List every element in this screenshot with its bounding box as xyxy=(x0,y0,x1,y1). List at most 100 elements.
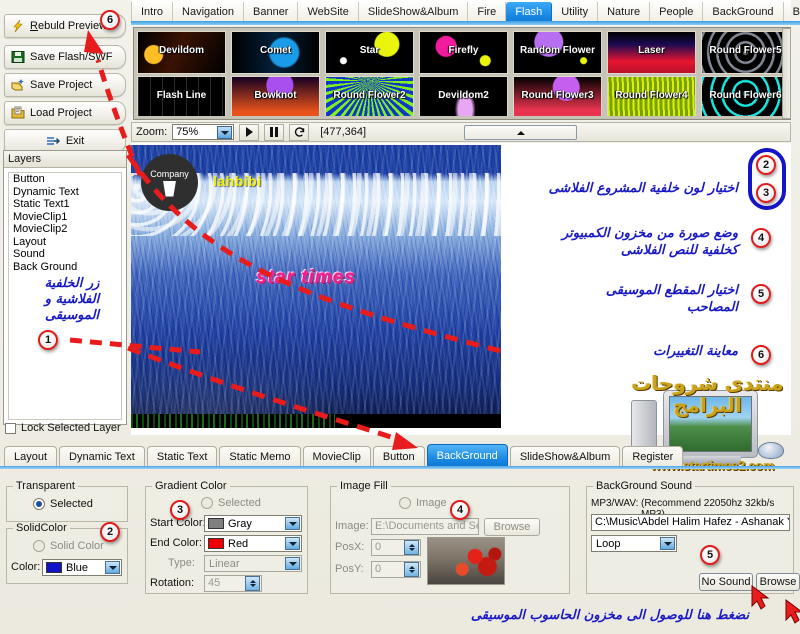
template-category-tabs[interactable]: Intro Navigation Banner WebSite SlideSho… xyxy=(131,0,800,22)
gallery-thumbnail[interactable]: Round Flower4 xyxy=(607,76,696,116)
gallery-thumbnail[interactable]: Star xyxy=(325,31,414,74)
gradient-selected-radio-row[interactable]: Selected xyxy=(201,497,261,509)
gallery-scrollbar[interactable] xyxy=(782,28,791,119)
gallery-thumbnail[interactable]: Flash Line xyxy=(137,76,226,116)
tab-static-memo[interactable]: Static Memo xyxy=(219,446,301,467)
gallery-thumbnail[interactable]: Devildom2 xyxy=(419,76,508,116)
tab-website[interactable]: WebSite xyxy=(298,2,359,22)
save-project-button[interactable]: Save Project xyxy=(4,73,126,97)
refresh-button[interactable] xyxy=(289,123,310,141)
pause-button[interactable] xyxy=(264,123,285,141)
image-radio[interactable] xyxy=(399,497,411,509)
no-sound-button[interactable]: No Sound xyxy=(699,573,753,591)
tab-button[interactable]: Button xyxy=(372,446,425,467)
image-path-input[interactable]: E:\Documents and Settin xyxy=(371,518,479,535)
gallery-thumbnail[interactable]: Random Flower xyxy=(513,31,602,74)
gallery-thumbnail[interactable]: Round Flower3 xyxy=(513,76,602,116)
save-project-icon xyxy=(11,78,25,92)
sound-browse-button[interactable]: Browse xyxy=(756,573,800,591)
transparent-selected-radio-row[interactable]: Selected xyxy=(33,498,93,510)
start-color-swatch xyxy=(208,518,224,529)
sound-mode-select[interactable]: Loop xyxy=(591,535,677,552)
layer-item[interactable]: Static Text1 xyxy=(9,198,121,211)
chevron-down-icon[interactable] xyxy=(217,126,233,139)
tabs-divider xyxy=(131,21,800,25)
stepper-arrows-icon[interactable] xyxy=(404,540,419,555)
end-color-select[interactable]: Red xyxy=(204,535,302,552)
layer-item[interactable]: Back Ground xyxy=(9,261,121,274)
chevron-down-icon[interactable] xyxy=(105,561,120,574)
lock-selected-layer-checkbox[interactable] xyxy=(5,422,16,434)
save-flash-swf-button[interactable]: Save Flash/SWF xyxy=(4,45,126,69)
template-gallery[interactable]: Devildom Comet Star Firefly Random Flowe… xyxy=(133,27,791,120)
chevron-down-icon[interactable] xyxy=(660,537,675,550)
gallery-thumbnail[interactable]: Laser xyxy=(607,31,696,74)
dynamic-text-layer[interactable]: lahbibi xyxy=(213,173,262,189)
image-browse-button[interactable]: Browse xyxy=(484,518,540,536)
stepper-arrows-icon[interactable] xyxy=(245,576,260,591)
cursor-coordinates: [477,364] xyxy=(320,126,367,138)
gallery-thumbnail[interactable]: Firefly xyxy=(419,31,508,74)
gallery-thumbnail[interactable]: Bowknot xyxy=(231,76,320,116)
solid-color-radio-row[interactable]: Solid Color xyxy=(33,540,104,552)
zoom-value: 75% xyxy=(176,126,199,138)
gallery-thumbnail[interactable]: Round Flower6 xyxy=(701,76,787,116)
tab-dynamic-text[interactable]: Dynamic Text xyxy=(59,446,145,467)
tab-movieclip[interactable]: MovieClip xyxy=(302,446,371,467)
flash-stage[interactable]: Company lahbibi star times xyxy=(131,145,501,428)
glass-icon xyxy=(163,180,176,197)
annotation-2-arabic: اختيار لون خلفية المشروع الفلاشى xyxy=(548,181,738,196)
layer-item[interactable]: Sound xyxy=(9,248,121,261)
tab-banner[interactable]: Banner xyxy=(244,2,299,22)
tab-people[interactable]: People xyxy=(650,2,704,22)
tab-background[interactable]: BackGround xyxy=(703,2,784,22)
properties-tabs[interactable]: Layout Dynamic Text Static Text Static M… xyxy=(0,443,800,467)
layer-item[interactable]: Dynamic Text xyxy=(9,186,121,199)
tab-register[interactable]: Register xyxy=(622,446,684,467)
play-button[interactable] xyxy=(239,123,260,141)
layer-item[interactable]: MovieClip1 xyxy=(9,211,121,224)
chevron-down-icon[interactable] xyxy=(285,517,300,530)
panel-collapse-button[interactable] xyxy=(464,125,577,140)
zoom-select[interactable]: 75% xyxy=(172,124,235,140)
gradient-selected-radio[interactable] xyxy=(201,497,213,509)
layer-item[interactable]: MovieClip2 xyxy=(9,223,121,236)
solid-color-radio[interactable] xyxy=(33,540,45,552)
tab-utility[interactable]: Utility xyxy=(552,2,599,22)
layer-item[interactable]: Layout xyxy=(9,236,121,249)
lightning-icon xyxy=(11,19,25,33)
gallery-thumbnail[interactable]: Devildom xyxy=(137,31,226,74)
tab-nature[interactable]: Nature xyxy=(598,2,651,22)
thumbnail-label: Laser xyxy=(638,45,665,56)
posx-stepper[interactable]: 0 xyxy=(371,539,421,556)
chevron-down-icon[interactable] xyxy=(285,557,300,570)
tab-background[interactable]: BackGround xyxy=(426,444,508,467)
tab-static-text[interactable]: Static Text xyxy=(146,446,218,467)
tab-intro[interactable]: Intro xyxy=(131,2,174,22)
transparent-selected-radio[interactable] xyxy=(33,498,45,510)
gallery-thumbnail[interactable]: Round Flower2 xyxy=(325,76,414,116)
gallery-thumbnail[interactable]: Comet xyxy=(231,31,320,74)
image-radio-row[interactable]: Image xyxy=(399,497,447,509)
tab-blank[interactable]: Blank xyxy=(784,2,800,22)
tab-navigation[interactable]: Navigation xyxy=(173,2,244,22)
stepper-arrows-icon[interactable] xyxy=(404,562,419,577)
chevron-down-icon[interactable] xyxy=(285,537,300,550)
tab-fire[interactable]: Fire xyxy=(468,2,507,22)
rotation-stepper[interactable]: 45 xyxy=(204,575,262,592)
gallery-thumbnail[interactable]: Round Flower5 xyxy=(701,31,787,74)
load-project-button[interactable]: Load Project xyxy=(4,101,126,125)
gradient-type-select[interactable]: Linear xyxy=(204,555,302,572)
start-color-select[interactable]: Gray xyxy=(204,515,302,532)
tab-slideshow-album-bottom[interactable]: SlideShow&Album xyxy=(509,446,621,467)
tab-slideshow-album[interactable]: SlideShow&Album xyxy=(359,2,469,22)
solid-color-select[interactable]: Blue xyxy=(42,559,122,576)
lock-selected-layer-row[interactable]: Lock Selected Layer xyxy=(5,420,129,436)
tab-flash[interactable]: Flash xyxy=(506,2,553,22)
sound-path-input[interactable]: C:\Music\Abdel Halim Hafez - Ashanak Ya … xyxy=(591,514,790,531)
static-text-layer[interactable]: star times xyxy=(256,267,356,289)
posy-stepper[interactable]: 0 xyxy=(371,561,421,578)
layer-item[interactable]: Button xyxy=(9,173,121,186)
tab-layout[interactable]: Layout xyxy=(4,446,58,467)
company-logo-badge[interactable]: Company xyxy=(141,154,198,211)
